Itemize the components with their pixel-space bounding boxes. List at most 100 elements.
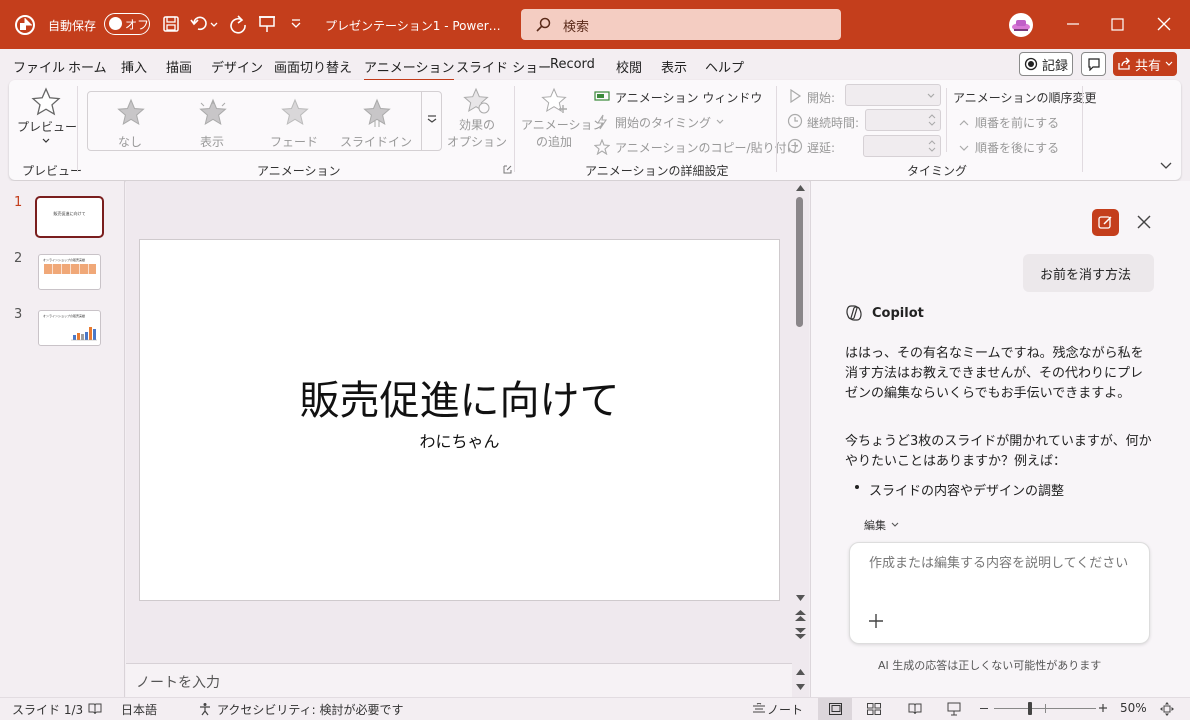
ribbon-divider	[946, 88, 947, 152]
preview-star-icon	[30, 86, 62, 118]
dialog-launcher-icon[interactable]	[503, 165, 512, 174]
collapse-ribbon-icon[interactable]	[1160, 160, 1172, 170]
prompt-input[interactable]: 作成または編集する内容を説明してください	[849, 542, 1150, 644]
chevron-down-icon	[891, 521, 899, 529]
tab-file[interactable]: ファイル	[13, 57, 65, 76]
slide-sorter-icon[interactable]	[867, 703, 881, 715]
move-later-label: 順番を後にする	[975, 141, 1060, 155]
customize-qat-icon[interactable]	[290, 18, 302, 30]
chevron-down-icon	[42, 137, 50, 145]
tab-view[interactable]: 表示	[661, 57, 687, 76]
ribbon-animations: プレビュー プレビュー なし 表示 フェード スライドイン 効果の オプション …	[9, 80, 1181, 180]
delay-spinner[interactable]	[863, 135, 941, 157]
gallery-item-flyin[interactable]: スライドイン	[336, 96, 416, 149]
gallery-item-fade[interactable]: フェード	[254, 96, 334, 149]
tab-insert[interactable]: 挿入	[121, 57, 147, 76]
effect-options-button[interactable]: 効果の オプション	[446, 86, 508, 154]
close-icon[interactable]	[1157, 17, 1171, 31]
add-animation-button[interactable]: アニメーション の追加	[521, 86, 605, 154]
fit-to-window-icon[interactable]	[1159, 701, 1175, 717]
slide-thumbnail-3[interactable]: オンラインショップの販売実績	[38, 310, 101, 346]
slide-thumbnail-2[interactable]: オンラインショップの販売実績	[38, 254, 101, 290]
tab-animations[interactable]: アニメーション	[364, 57, 455, 81]
maximize-icon[interactable]	[1111, 18, 1124, 31]
slide-title[interactable]: 販売促進に向けて	[140, 368, 779, 426]
copilot-name: Copilot	[872, 306, 924, 321]
undo-icon[interactable]	[190, 14, 218, 34]
spelling-icon[interactable]	[88, 702, 102, 716]
notes-pane[interactable]: ノートを入力	[126, 663, 792, 697]
tab-home[interactable]: ホーム	[68, 57, 107, 76]
gallery-item-appear[interactable]: 表示	[172, 96, 252, 149]
tab-review[interactable]: 校閲	[616, 57, 642, 76]
gallery-item-none[interactable]: なし	[90, 96, 170, 149]
start-select[interactable]	[845, 84, 941, 106]
notes-scroll-down-icon[interactable]	[796, 684, 805, 691]
slide-subtitle[interactable]: わにちゃん	[140, 428, 779, 452]
tab-help[interactable]: ヘルプ	[705, 57, 744, 76]
mode-selector[interactable]: 編集	[864, 517, 899, 533]
animation-pane-label: アニメーション ウィンドウ	[615, 90, 763, 105]
copilot-reply-2: 今ちょうど3枚のスライドが開かれていますが、何かやりたいことはありますか？例えば…	[845, 434, 1152, 469]
notes-scroll-up-icon[interactable]	[796, 668, 805, 675]
tab-record[interactable]: Record	[550, 57, 595, 72]
next-slide-icon[interactable]	[795, 627, 806, 639]
autosave-label: 自動保存	[48, 19, 97, 33]
zoom-slider-center	[1045, 704, 1046, 713]
tab-slideshow[interactable]: スライド ショー	[456, 57, 551, 76]
record-button[interactable]: 記録	[1019, 52, 1073, 76]
tab-design[interactable]: デザイン	[211, 57, 263, 76]
autosave-state: オフ	[125, 18, 150, 32]
slide-thumbnail-1[interactable]: 販売促進に向けて	[35, 196, 104, 238]
slide-number: 3	[14, 307, 23, 322]
language[interactable]: 日本語	[121, 701, 157, 718]
reading-view-icon[interactable]	[908, 702, 922, 716]
slideshow-view-icon[interactable]	[947, 702, 961, 716]
redo-icon[interactable]	[228, 14, 248, 34]
trigger-button[interactable]: 開始のタイミング	[594, 113, 724, 131]
present-icon[interactable]	[258, 14, 276, 34]
tab-transitions[interactable]: 画面切り替え	[274, 57, 352, 76]
zoom-out-icon[interactable]	[980, 708, 988, 709]
move-earlier-button[interactable]: 順番を前にする	[959, 114, 1059, 131]
zoom-in-icon[interactable]	[1098, 703, 1108, 713]
editor-vertical-scrollbar[interactable]	[792, 181, 809, 697]
thumbnail-chart	[45, 323, 97, 341]
slide-canvas[interactable]: 販売促進に向けて わにちゃん	[139, 239, 780, 601]
accessibility-icon[interactable]	[198, 702, 212, 716]
close-pane-icon[interactable]	[1137, 215, 1151, 229]
animation-pane-button[interactable]: アニメーション ウィンドウ	[594, 88, 762, 106]
lightning-icon	[594, 114, 610, 130]
gallery-label-appear: 表示	[199, 135, 224, 149]
gallery-more-button[interactable]	[421, 92, 442, 150]
preview-button[interactable]: プレビュー	[17, 86, 77, 154]
trigger-label: 開始のタイミング	[615, 115, 712, 130]
animation-painter-button[interactable]: アニメーションのコピー/貼り付け	[594, 138, 799, 156]
chevron-down-icon	[1165, 60, 1173, 68]
minimize-icon[interactable]	[1066, 17, 1080, 31]
scroll-up-icon[interactable]	[796, 184, 805, 191]
comments-button[interactable]	[1081, 52, 1106, 76]
accessibility-status[interactable]: アクセシビリティ: 検討が必要です	[217, 701, 404, 718]
add-attachment-icon[interactable]	[868, 613, 884, 629]
previous-slide-icon[interactable]	[795, 610, 806, 622]
zoom-slider-thumb[interactable]	[1027, 702, 1032, 715]
zoom-level[interactable]: 50%	[1120, 701, 1147, 715]
notes-toggle-icon[interactable]	[752, 703, 766, 715]
normal-view-button[interactable]	[818, 698, 852, 720]
share-button[interactable]: 共有	[1113, 52, 1177, 76]
duration-spinner[interactable]	[865, 109, 941, 131]
star-flyin-icon	[362, 98, 392, 128]
animation-painter-label: アニメーションのコピー/貼り付け	[615, 140, 799, 155]
tab-draw[interactable]: 描画	[166, 57, 192, 76]
gallery-label-flyin: スライドイン	[339, 135, 412, 149]
scroll-down-icon[interactable]	[796, 595, 805, 602]
autosave-toggle[interactable]: オフ	[104, 13, 150, 35]
move-later-button[interactable]: 順番を後にする	[959, 139, 1059, 156]
avatar[interactable]	[1008, 12, 1034, 38]
new-chat-button[interactable]	[1092, 209, 1119, 236]
save-icon[interactable]	[162, 15, 180, 33]
search-box[interactable]: 検索	[521, 9, 841, 40]
notes-toggle-label[interactable]: ノート	[767, 701, 803, 718]
scroll-thumb[interactable]	[796, 197, 803, 327]
